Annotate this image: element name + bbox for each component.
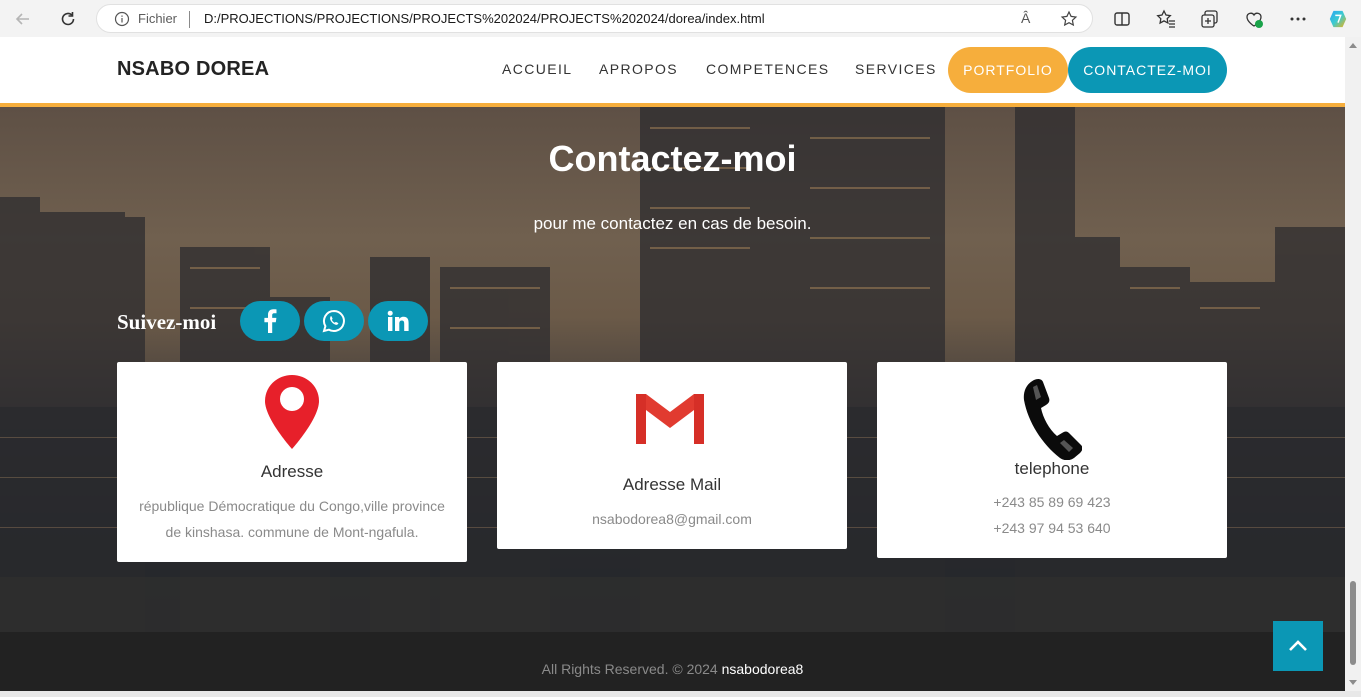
read-aloud-icon[interactable]: Â <box>1021 10 1030 26</box>
reload-icon <box>61 12 75 26</box>
site-header: NSABO DOREA ACCUEIL APROPOS COMPETENCES … <box>0 37 1345 107</box>
mail-card: Adresse Mail nsabodorea8@gmail.com <box>497 362 847 549</box>
address-bar[interactable]: Fichier D:/PROJECTIONS/PROJECTIONS/PROJE… <box>96 4 1093 33</box>
contact-section-title: Contactez-moi <box>548 138 797 179</box>
facebook-button[interactable] <box>240 301 300 341</box>
mail-address[interactable]: nsabodorea8@gmail.com <box>497 506 847 532</box>
address-separator <box>189 11 190 28</box>
nav-portfolio-button[interactable]: PORTFOLIO <box>948 47 1068 93</box>
linkedin-icon <box>387 310 409 331</box>
reload-button[interactable] <box>55 6 81 32</box>
follow-label: Suivez-moi <box>117 310 217 334</box>
nav-apropos[interactable]: APROPOS <box>599 61 678 77</box>
url-text[interactable]: D:/PROJECTIONS/PROJECTIONS/PROJECTS%2020… <box>204 11 765 26</box>
gmail-icon <box>636 394 704 444</box>
chevron-up-icon <box>1289 640 1307 651</box>
info-icon[interactable] <box>114 11 130 27</box>
address-line-2: de kinshasa. commune de Mont-ngafula. <box>165 524 419 540</box>
site-footer: All Rights Reserved. © 2024 nsabodorea8 <box>0 632 1345 691</box>
back-arrow-icon <box>15 13 29 25</box>
collections-icon[interactable] <box>1200 9 1220 29</box>
more-options-icon[interactable] <box>1288 9 1308 29</box>
map-pin-icon <box>265 375 319 449</box>
phone-title: telephone <box>1014 459 1090 478</box>
browser-toolbar: Fichier D:/PROJECTIONS/PROJECTIONS/PROJE… <box>0 0 1361 37</box>
address-card: Adresse république Démocratique du Congo… <box>117 362 467 562</box>
copyright-text: All Rights Reserved. © 2024 nsabodorea8 <box>0 661 1345 677</box>
page-scrollbar[interactable] <box>1345 37 1361 691</box>
scroll-down-arrow-icon[interactable] <box>1349 680 1357 685</box>
address-title: Adresse <box>260 462 324 481</box>
contact-section-subtitle: pour me contactez en cas de besoin. <box>533 214 812 233</box>
nav-contact-button[interactable]: CONTACTEZ-MOI <box>1068 47 1227 93</box>
brand-logo[interactable]: NSABO DOREA <box>117 58 269 81</box>
phone-card: telephone +243 85 89 69 423 +243 97 94 5… <box>877 362 1227 558</box>
back-to-top-button[interactable] <box>1273 621 1323 671</box>
phone-number-1[interactable]: +243 85 89 69 423 <box>877 489 1227 515</box>
phone-icon <box>1023 378 1082 460</box>
nav-competences[interactable]: COMPETENCES <box>706 61 830 77</box>
back-button[interactable] <box>10 6 36 32</box>
facebook-icon <box>264 309 277 333</box>
protocol-label: Fichier <box>138 11 178 26</box>
address-line-1: république Démocratique du Congo,ville p… <box>139 498 445 514</box>
scrollbar-thumb[interactable] <box>1350 581 1356 665</box>
whatsapp-icon <box>322 309 345 333</box>
favorites-icon[interactable] <box>1156 9 1176 29</box>
copyright-rights: All Rights Reserved. © 2024 <box>541 661 718 677</box>
split-screen-icon[interactable] <box>1112 9 1132 29</box>
nav-accueil[interactable]: ACCUEIL <box>502 61 572 77</box>
webpage: NSABO DOREA ACCUEIL APROPOS COMPETENCES … <box>0 37 1345 691</box>
nav-services[interactable]: SERVICES <box>855 61 937 77</box>
copilot-icon[interactable] <box>1328 9 1348 29</box>
phone-number-2[interactable]: +243 97 94 53 640 <box>877 515 1227 541</box>
linkedin-button[interactable] <box>368 301 428 341</box>
window-bottom-edge <box>0 691 1361 697</box>
scroll-up-arrow-icon[interactable] <box>1349 43 1357 48</box>
favorite-star-icon[interactable] <box>1060 10 1078 28</box>
whatsapp-button[interactable] <box>304 301 364 341</box>
copyright-owner[interactable]: nsabodorea8 <box>722 661 804 677</box>
browser-essentials-icon[interactable] <box>1244 9 1264 29</box>
mail-title: Adresse Mail <box>622 475 722 494</box>
